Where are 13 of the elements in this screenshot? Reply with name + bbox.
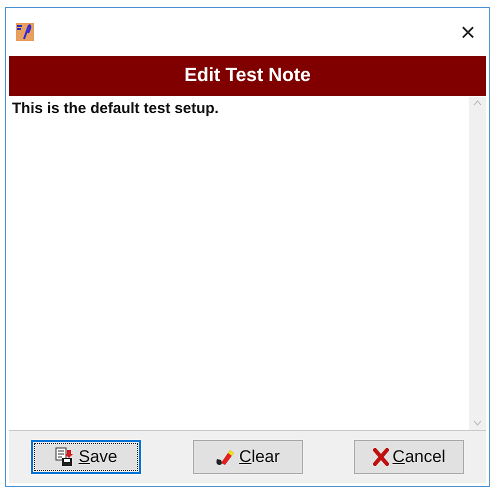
note-text-area[interactable]: This is the default test setup. [9, 96, 486, 430]
dialog-header: Edit Test Note [9, 56, 486, 96]
scroll-down-icon[interactable] [473, 420, 482, 426]
cross-icon [372, 448, 389, 466]
clear-button[interactable]: Clear [192, 440, 302, 474]
close-button[interactable]: × [453, 17, 483, 47]
app-logo-icon [16, 23, 34, 41]
eraser-pencil-icon [215, 447, 236, 467]
save-button[interactable]: Save [31, 440, 141, 474]
cancel-button[interactable]: Cancel [354, 440, 464, 474]
scrollbar[interactable] [469, 96, 486, 430]
save-disk-icon [54, 447, 75, 467]
scroll-up-icon[interactable] [473, 100, 482, 106]
